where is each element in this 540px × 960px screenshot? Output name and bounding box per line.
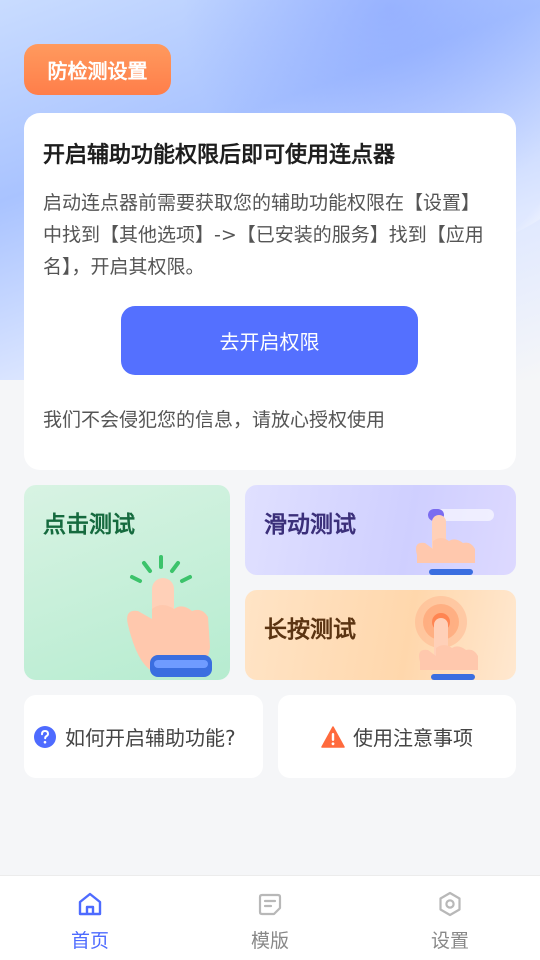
permission-title: 开启辅助功能权限后即可使用连点器 [43, 143, 396, 168]
tap-hand-icon [127, 555, 212, 677]
home-icon [78, 892, 102, 916]
privacy-note: 我们不会侵犯您的信息，请放心授权使用 [43, 409, 386, 431]
tab-settings-label: 设置 [430, 930, 469, 952]
tab-template-label: 模版 [250, 930, 289, 952]
slide-test-card[interactable]: 滑动测试 [245, 485, 516, 575]
permission-description: 启动连点器前需要获取您的辅助功能权限在【设置】中找到【其他选项】->【已安装的服… [43, 192, 484, 278]
settings-icon [439, 891, 461, 917]
tab-template[interactable]: 模版 [180, 876, 360, 960]
warning-icon [321, 725, 345, 748]
long-press-hand-icon [415, 596, 478, 680]
open-permission-button[interactable]: 去开启权限 [121, 306, 418, 375]
tab-home[interactable]: 首页 [0, 876, 180, 960]
usage-notes-card[interactable]: 使用注意事项 [278, 695, 516, 778]
how-to-enable-label: 如何开启辅助功能? [65, 726, 236, 750]
click-test-card[interactable]: 点击测试 [24, 485, 230, 680]
tab-home-label: 首页 [70, 930, 109, 952]
tab-settings[interactable]: 设置 [360, 876, 540, 960]
template-icon [258, 893, 282, 916]
anti-detect-settings-button[interactable]: 防检测设置 [24, 44, 171, 95]
usage-notes-label: 使用注意事项 [353, 726, 473, 750]
question-icon [34, 725, 56, 748]
long-press-test-card[interactable]: 长按测试 [245, 590, 516, 680]
how-to-enable-card[interactable]: 如何开启辅助功能? [24, 695, 263, 778]
swipe-hand-icon [416, 509, 494, 575]
bottom-tab-bar: 首页 模版 设置 [0, 875, 540, 960]
permission-card: 开启辅助功能权限后即可使用连点器 启动连点器前需要获取您的辅助功能权限在【设置】… [24, 113, 516, 470]
